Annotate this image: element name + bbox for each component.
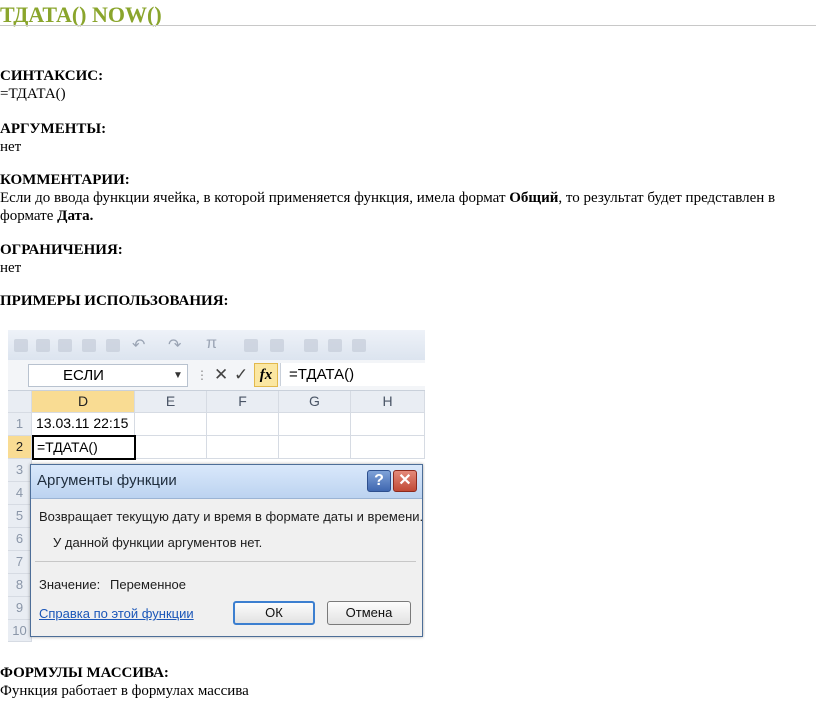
row-header[interactable]: 3: [8, 459, 32, 482]
name-box[interactable]: ЕСЛИ ▼: [28, 364, 188, 387]
dialog-title-bar[interactable]: Аргументы функции ? ✕: [31, 465, 422, 499]
function-arguments-dialog: Аргументы функции ? ✕ Возвращает текущую…: [30, 464, 423, 637]
col-header-g[interactable]: G: [279, 391, 351, 413]
cell-f2[interactable]: [207, 436, 279, 459]
cell-f1[interactable]: [207, 413, 279, 436]
examples-section: ПРИМЕРЫ ИСПОЛЬЗОВАНИЯ:: [0, 292, 229, 310]
limits-section: ОГРАНИЧЕНИЯ: нет: [0, 241, 123, 277]
excel-screenshot: ↶ ↷ π ЕСЛИ ▼ ⋮ ✕ ✓ fx =ТДАТА() D E F G H…: [8, 330, 425, 642]
value-text: Переменное: [110, 577, 187, 592]
enter-icon[interactable]: ✓: [234, 364, 248, 386]
comments-bold-date: Дата.: [57, 208, 94, 224]
array-formulas-section: ФОРМУЛЫ МАССИВА: Функция работает в форм…: [0, 664, 249, 700]
dialog-divider: [35, 561, 416, 562]
cell-e2[interactable]: [136, 436, 207, 459]
dialog-title: Аргументы функции: [37, 472, 177, 489]
col-header-d[interactable]: D: [32, 391, 135, 413]
cell-d2-active[interactable]: =ТДАТА(): [32, 435, 136, 460]
home-icon: [328, 339, 342, 352]
open-file-icon: [58, 339, 72, 352]
array-formulas-heading: ФОРМУЛЫ МАССИВА:: [0, 665, 169, 681]
quick-access-toolbar: ↶ ↷ π: [8, 330, 425, 360]
chart-icon: [304, 339, 318, 352]
cell-g2[interactable]: [279, 436, 351, 459]
undo-icon: ↶: [132, 337, 146, 354]
syntax-text: =ТДАТА(): [0, 86, 66, 102]
col-header-f[interactable]: F: [207, 391, 279, 413]
sort-icon: [270, 339, 284, 352]
row-header[interactable]: 1: [8, 413, 32, 436]
comments-section: КОММЕНТАРИИ: Если до ввода функции ячейк…: [0, 171, 805, 225]
array-formulas-text: Функция работает в формулах массива: [0, 683, 249, 699]
arguments-text: нет: [0, 139, 22, 155]
arguments-section: АРГУМЕНТЫ: нет: [0, 120, 106, 156]
redo-icon: ↷: [168, 337, 182, 354]
col-header-e[interactable]: E: [135, 391, 207, 413]
ok-button[interactable]: ОК: [233, 601, 315, 625]
preview-icon: [106, 339, 120, 352]
syntax-heading: СИНТАКСИС:: [0, 68, 104, 84]
formula-text: =ТДАТА(): [289, 366, 355, 383]
formula-bar: ЕСЛИ ▼ ⋮ ✕ ✓ fx =ТДАТА(): [8, 360, 425, 391]
cell-g1[interactable]: [279, 413, 351, 436]
cell-e1[interactable]: [135, 413, 207, 436]
row-header[interactable]: 7: [8, 551, 32, 574]
value-label: Значение:: [39, 577, 101, 592]
limits-text: нет: [0, 260, 22, 276]
comments-heading: КОММЕНТАРИИ:: [0, 172, 130, 188]
cell-h1[interactable]: [351, 413, 425, 436]
syntax-section: СИНТАКСИС: =ТДАТА(): [0, 67, 103, 103]
sum-icon: π: [206, 335, 218, 352]
cancel-button[interactable]: Отмена: [327, 601, 411, 625]
limits-heading: ОГРАНИЧЕНИЯ:: [0, 242, 123, 258]
comments-text-part1: Если до ввода функции ячейка, в которой …: [0, 190, 510, 206]
save-icon: [14, 339, 28, 352]
chevron-down-icon: ▼: [173, 370, 183, 381]
row-header[interactable]: 10: [8, 620, 32, 642]
col-header-h[interactable]: H: [351, 391, 425, 413]
row-header[interactable]: 2: [8, 436, 32, 459]
more-icon: ⋮: [196, 368, 208, 382]
name-box-value: ЕСЛИ: [63, 367, 104, 384]
comments-text: Если до ввода функции ячейка, в которой …: [0, 189, 805, 225]
cell-d1[interactable]: 13.03.11 22:15: [32, 413, 135, 436]
cancel-icon[interactable]: ✕: [214, 364, 228, 386]
row-header[interactable]: 6: [8, 528, 32, 551]
dialog-description: Возвращает текущую дату и время в формат…: [39, 509, 424, 524]
insert-function-button[interactable]: fx: [254, 363, 278, 387]
examples-heading: ПРИМЕРЫ ИСПОЛЬЗОВАНИЯ:: [0, 293, 229, 309]
new-file-icon: [36, 339, 50, 352]
row-header[interactable]: 5: [8, 505, 32, 528]
row-header[interactable]: 9: [8, 597, 32, 620]
help-button[interactable]: ?: [367, 470, 391, 492]
row-header[interactable]: 4: [8, 482, 32, 505]
title-divider: [0, 25, 816, 26]
no-args-text: У данной функции аргументов нет.: [53, 535, 263, 550]
close-button[interactable]: ✕: [393, 470, 417, 492]
row-header[interactable]: 8: [8, 574, 32, 597]
select-all-corner[interactable]: [8, 391, 32, 413]
search-icon: [244, 339, 258, 352]
arguments-heading: АРГУМЕНТЫ:: [0, 121, 107, 137]
cell-h2[interactable]: [351, 436, 425, 459]
help-link[interactable]: Справка по этой функции: [39, 606, 194, 621]
print-icon: [82, 339, 96, 352]
table-icon: [352, 339, 366, 352]
formula-input[interactable]: =ТДАТА(): [280, 363, 425, 386]
comments-bold-general: Общий: [509, 190, 559, 206]
